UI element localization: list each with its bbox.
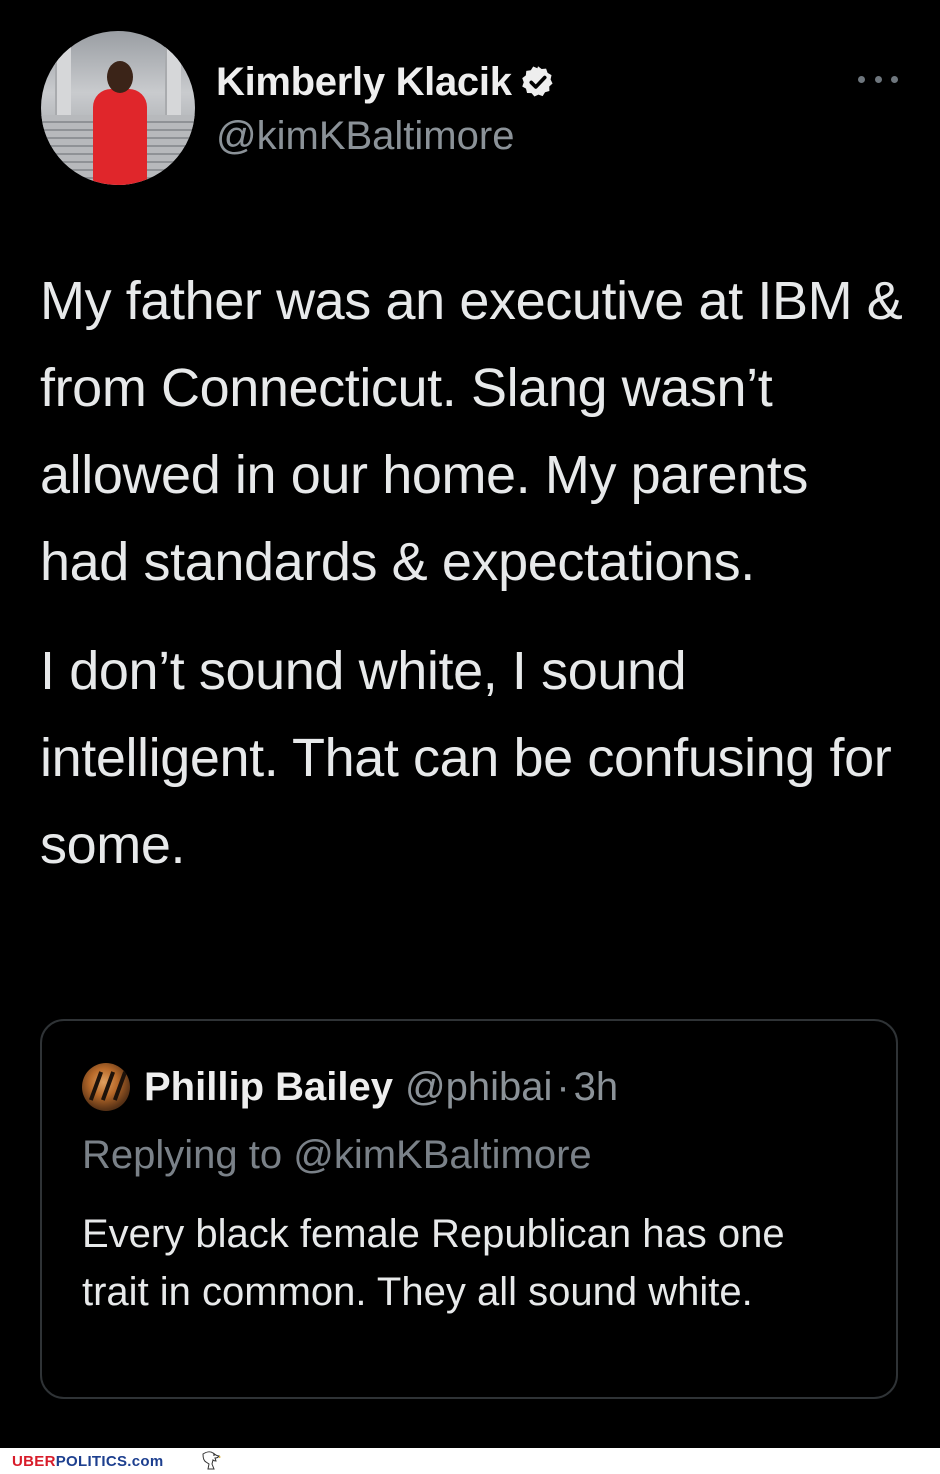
watermark-part-uber: UBER: [12, 1453, 56, 1470]
tweet-body: My father was an executive at IBM & from…: [40, 258, 910, 889]
more-dots-icon[interactable]: [858, 64, 898, 94]
avatar-person-dress: [93, 89, 147, 185]
quoted-timestamp[interactable]: 3h: [574, 1065, 619, 1110]
author-avatar[interactable]: [41, 31, 195, 185]
tweet-paragraph: My father was an executive at IBM & from…: [40, 271, 903, 592]
author-handle[interactable]: @kimKBaltimore: [216, 114, 514, 159]
watermark-part-politics: POLITICS: [55, 1453, 128, 1470]
quoted-tweet[interactable]: Phillip Bailey @phibai · 3h Replying to …: [40, 1019, 898, 1399]
avatar-person-head: [107, 61, 133, 93]
author-name-row: Kimberly Klacik: [216, 56, 556, 108]
quoted-author-name[interactable]: Phillip Bailey: [144, 1065, 393, 1110]
watermark-text: UBERPOLITICS.com: [12, 1453, 164, 1470]
tweet-card: Kimberly Klacik @kimKBaltimore My father…: [0, 0, 940, 1448]
eagle-icon: [202, 1451, 221, 1470]
tweet-paragraph: I don’t sound white, I sound intelligent…: [40, 641, 892, 875]
quoted-replying-to[interactable]: Replying to @kimKBaltimore: [82, 1133, 592, 1178]
quoted-tweet-header: Phillip Bailey @phibai · 3h: [82, 1063, 618, 1111]
more-dot: [891, 75, 898, 83]
more-dot: [858, 75, 865, 83]
more-dot: [874, 75, 882, 83]
author-display-name[interactable]: Kimberly Klacik: [216, 60, 512, 105]
watermark-part-domain: .com: [127, 1453, 164, 1470]
quoted-separator: ·: [556, 1064, 570, 1109]
quoted-author-avatar[interactable]: [82, 1063, 130, 1111]
verified-badge-icon: [521, 66, 553, 97]
quoted-author-handle[interactable]: @phibai: [405, 1065, 552, 1110]
quoted-tweet-text: Every black female Republican has one tr…: [82, 1212, 785, 1314]
watermark-bar: UBERPOLITICS.com: [0, 1448, 940, 1474]
